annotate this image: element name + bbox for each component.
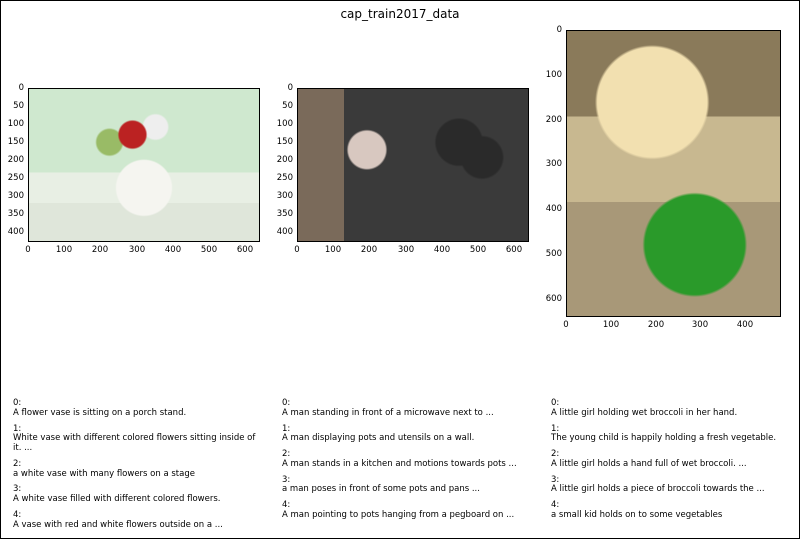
y-tick-label: 100 (538, 70, 562, 80)
y-tick-label: 250 (269, 173, 293, 183)
y-tick-label: 250 (0, 173, 24, 183)
caption-text: A man pointing to pots hanging from a pe… (282, 511, 532, 521)
caption-entry: 4:a small kid holds on to some vegetable… (551, 501, 791, 521)
image-axes-1: 0100200300400500600050100150200250300350… (297, 88, 529, 242)
caption-entry: 0:A little girl holding wet broccoli in … (551, 399, 791, 419)
x-tick-label: 600 (506, 245, 522, 255)
y-tick-label: 300 (0, 191, 24, 201)
x-tick-label: 500 (470, 245, 486, 255)
y-tick-label: 200 (538, 115, 562, 125)
caption-entry: 1:White vase with different colored flow… (13, 425, 263, 454)
y-tick-label: 400 (269, 227, 293, 237)
x-tick-label: 200 (92, 245, 108, 255)
caption-text: A vase with red and white flowers outsid… (13, 521, 263, 531)
caption-text: a man poses in front of some pots and pa… (282, 485, 532, 495)
caption-entry: 0:A flower vase is sitting on a porch st… (13, 399, 263, 419)
x-tick-label: 400 (434, 245, 450, 255)
x-tick-label: 100 (56, 245, 72, 255)
image-0 (28, 88, 260, 242)
y-tick-label: 300 (538, 159, 562, 169)
caption-entry: 2:A little girl holds a hand full of wet… (551, 450, 791, 470)
caption-text: A man displaying pots and utensils on a … (282, 434, 532, 444)
caption-entry: 2:a white vase with many flowers on a st… (13, 460, 263, 480)
x-tick-label: 0 (25, 245, 30, 255)
caption-text: A man stands in a kitchen and motions to… (282, 460, 532, 470)
caption-entry: 4:A man pointing to pots hanging from a … (282, 501, 532, 521)
x-tick-label: 200 (648, 320, 664, 330)
x-tick-label: 300 (692, 320, 708, 330)
caption-text: A man standing in front of a microwave n… (282, 409, 532, 419)
caption-entry: 3:a man poses in front of some pots and … (282, 476, 532, 496)
x-tick-label: 200 (361, 245, 377, 255)
y-tick-label: 200 (0, 155, 24, 165)
x-tick-label: 300 (129, 245, 145, 255)
x-tick-label: 100 (603, 320, 619, 330)
caption-block-0: 0:A flower vase is sitting on a porch st… (13, 399, 263, 536)
x-tick-label: 400 (737, 320, 753, 330)
caption-entry: 0:A man standing in front of a microwave… (282, 399, 532, 419)
y-tick-label: 100 (0, 119, 24, 129)
caption-entry: 3:A little girl holds a piece of broccol… (551, 476, 791, 496)
caption-text: White vase with different colored flower… (13, 434, 263, 454)
caption-text: A flower vase is sitting on a porch stan… (13, 409, 263, 419)
y-tick-label: 0 (0, 83, 24, 93)
caption-block-2: 0:A little girl holding wet broccoli in … (551, 399, 791, 527)
image-placeholder-icon (29, 89, 259, 241)
x-tick-label: 0 (294, 245, 299, 255)
y-tick-label: 400 (538, 204, 562, 214)
caption-entry: 3:A white vase filled with different col… (13, 485, 263, 505)
y-tick-label: 50 (0, 101, 24, 111)
x-tick-label: 300 (398, 245, 414, 255)
figure-title: cap_train2017_data (1, 7, 799, 21)
caption-text: a white vase with many flowers on a stag… (13, 470, 263, 480)
caption-entry: 4:A vase with red and white flowers outs… (13, 511, 263, 531)
caption-entry: 1:The young child is happily holding a f… (551, 425, 791, 445)
caption-entry: 1:A man displaying pots and utensils on … (282, 425, 532, 445)
image-2 (566, 30, 781, 317)
y-tick-label: 350 (0, 209, 24, 219)
caption-text: The young child is happily holding a fre… (551, 434, 791, 444)
figure: cap_train2017_data 010020030040050060005… (0, 0, 800, 539)
y-tick-label: 350 (269, 209, 293, 219)
x-tick-label: 600 (237, 245, 253, 255)
x-tick-label: 500 (201, 245, 217, 255)
image-axes-0: 0100200300400500600050100150200250300350… (28, 88, 260, 242)
y-tick-label: 300 (269, 191, 293, 201)
caption-text: A white vase filled with different color… (13, 495, 263, 505)
y-tick-label: 600 (538, 294, 562, 304)
caption-entry: 2:A man stands in a kitchen and motions … (282, 450, 532, 470)
caption-block-1: 0:A man standing in front of a microwave… (282, 399, 532, 527)
y-tick-label: 0 (538, 25, 562, 35)
image-placeholder-icon (567, 31, 780, 316)
image-axes-2: 01002003004000100200300400500600 (566, 30, 781, 317)
x-tick-label: 100 (325, 245, 341, 255)
y-tick-label: 500 (538, 249, 562, 259)
y-tick-label: 400 (0, 227, 24, 237)
caption-text: a small kid holds on to some vegetables (551, 511, 791, 521)
caption-text: A little girl holding wet broccoli in he… (551, 409, 791, 419)
y-tick-label: 150 (0, 137, 24, 147)
caption-text: A little girl holds a hand full of wet b… (551, 460, 791, 470)
y-tick-label: 0 (269, 83, 293, 93)
caption-text: A little girl holds a piece of broccoli … (551, 485, 791, 495)
y-tick-label: 200 (269, 155, 293, 165)
y-tick-label: 50 (269, 101, 293, 111)
x-tick-label: 400 (165, 245, 181, 255)
image-placeholder-icon (298, 89, 528, 241)
y-tick-label: 150 (269, 137, 293, 147)
y-tick-label: 100 (269, 119, 293, 129)
x-tick-label: 0 (563, 320, 568, 330)
image-1 (297, 88, 529, 242)
